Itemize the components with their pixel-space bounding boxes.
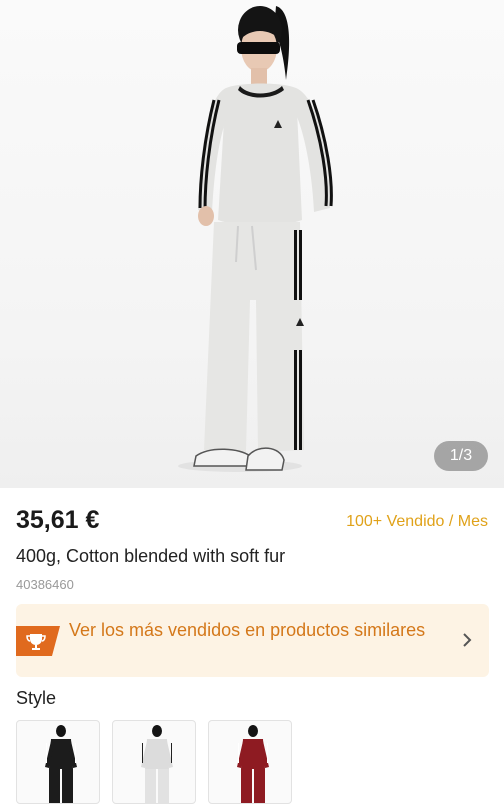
style-option-burgundy[interactable] xyxy=(208,720,292,804)
trophy-icon xyxy=(16,626,60,656)
style-options xyxy=(16,720,292,804)
product-sku: 40386460 xyxy=(16,577,74,592)
style-option-black[interactable] xyxy=(16,720,100,804)
product-title: 400g, Cotton blended with soft fur xyxy=(16,546,286,566)
style-option-grey[interactable] xyxy=(112,720,196,804)
product-price: 35,61 € xyxy=(16,506,100,534)
bestsellers-banner[interactable]: Ver los más vendidos en productos simila… xyxy=(16,604,489,677)
chevron-right-icon xyxy=(463,633,472,647)
product-image-gallery[interactable]: 1/3 xyxy=(0,0,504,488)
style-thumbnail-burgundy xyxy=(237,725,269,803)
sold-count: 100+ Vendido / Mes xyxy=(346,513,488,530)
style-thumbnail-grey xyxy=(141,725,173,803)
product-photo xyxy=(178,6,333,472)
image-counter: 1/3 xyxy=(434,441,488,471)
bestsellers-banner-text: Ver los más vendidos en productos simila… xyxy=(69,620,426,640)
style-thumbnail-black xyxy=(45,725,77,803)
style-label: Style xyxy=(16,688,57,708)
